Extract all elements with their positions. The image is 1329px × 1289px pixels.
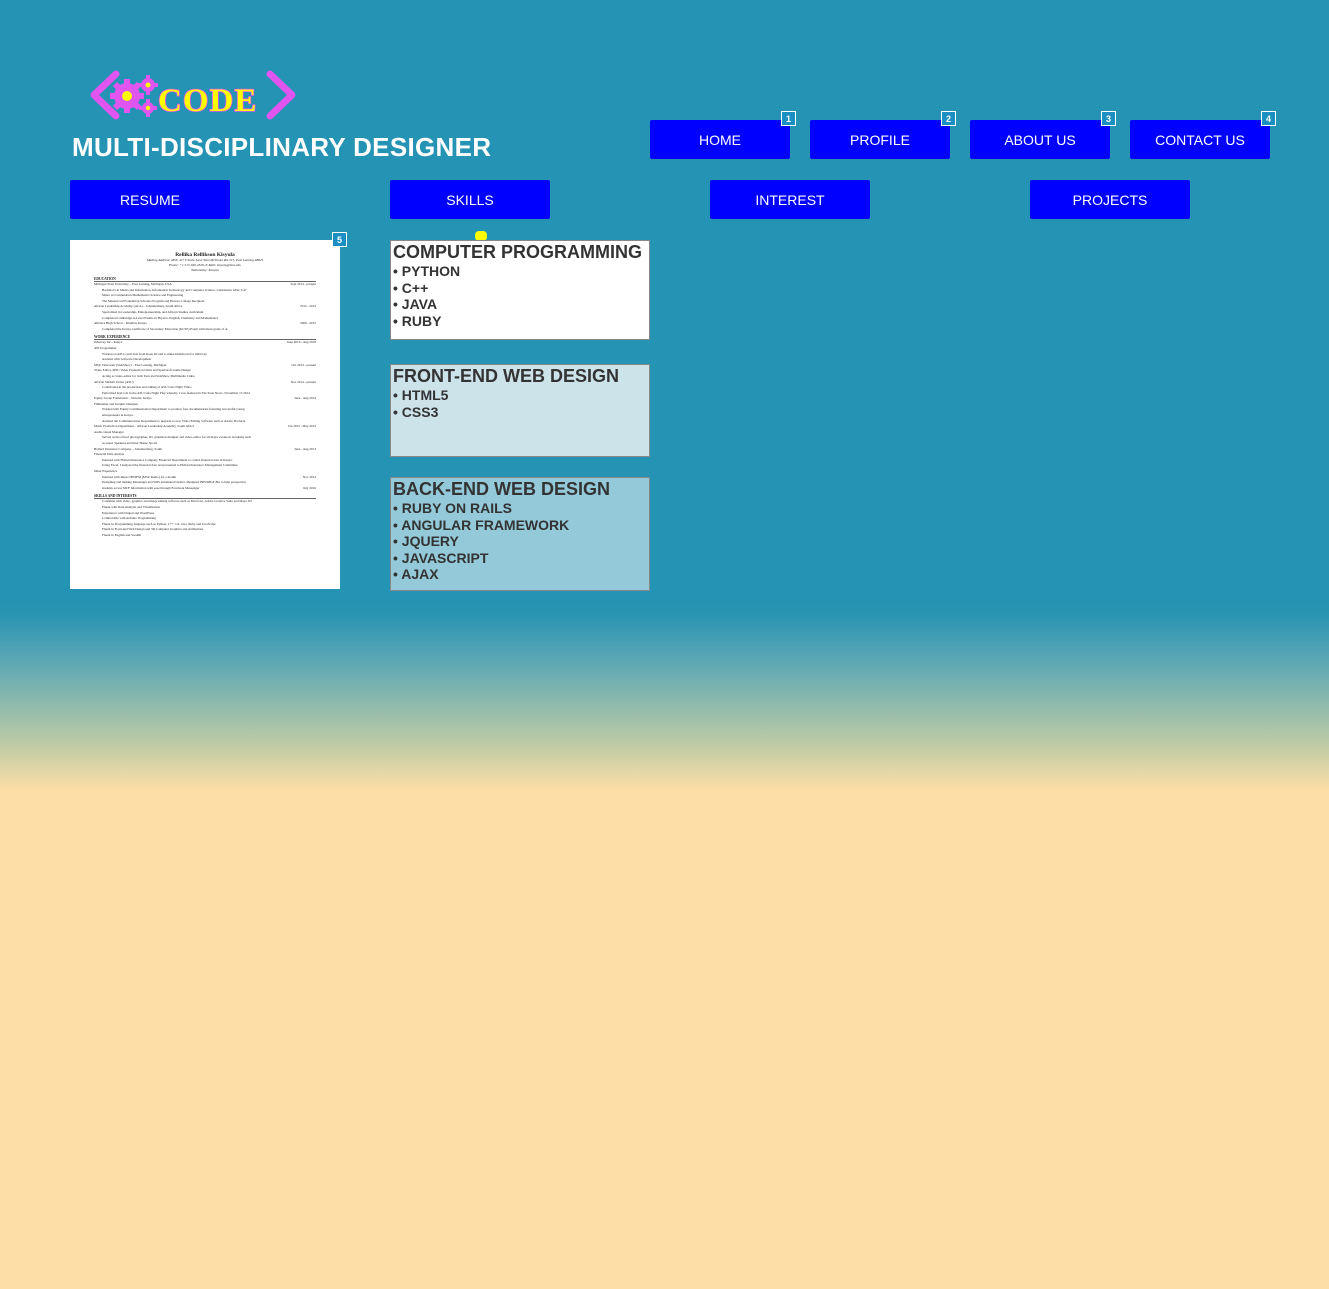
resume-skills-list: Confident with video, graphics and image… [94, 499, 316, 538]
skill-item: • PYTHON [393, 263, 461, 279]
tagline: MULTI-DISCIPLINARY DESIGNER [72, 132, 492, 162]
resume-line-date: Oct 2014 - present [291, 362, 316, 367]
nav-badge-2: 2 [941, 111, 956, 126]
resume-line-date: Nov 2014 [302, 474, 316, 479]
skill-item: • ANGULAR FRAMEWORK [393, 516, 570, 533]
resume-line-date: 2012 - 2014 [300, 304, 316, 309]
resume-line: Completed the Kenya Certificate of Secon… [94, 327, 316, 333]
resume-skill-line: Fluent in English and Swahili [102, 532, 142, 537]
skill-item: • RUBY ON RAILS [393, 500, 512, 516]
resume-line: students access MCF Information with eas… [94, 486, 316, 492]
skill-box-computer-programming: COMPUTER PROGRAMMING • PYTHON • C++ • JA… [390, 240, 650, 340]
nav-badge-3: 3 [1101, 111, 1116, 126]
resume-line-text: students access MCF Information with eas… [102, 485, 200, 490]
skill-title: COMPUTER PROGRAMMING [393, 242, 642, 262]
nav-badge-4: 4 [1261, 111, 1276, 126]
skill-item: • C++ [393, 279, 429, 296]
resume-contact: Mailing Address: MSU 417 S Shaw Lane Wes… [94, 258, 316, 273]
resume-line-date: Sept 2014 - present [290, 282, 316, 286]
nav-badge-1: 1 [781, 111, 796, 126]
skill-item: • HTML5 [393, 387, 449, 403]
skill-item: • JAVASCRIPT [393, 549, 489, 566]
projects-section-button[interactable]: PROJECTS [1030, 180, 1190, 219]
resume-line-date: July 2016 [303, 485, 316, 490]
skill-box-back-end: BACK-END WEB DESIGN • RUBY ON RAILS • AN… [390, 477, 650, 591]
resume-line-text: Using Excel, I analyzed the financial da… [102, 463, 239, 468]
resume-work-list: mSurvey Inc.- Kenya June 2016 - Aug 2016 A… [94, 340, 316, 491]
skill-box-front-end: FRONT-END WEB DESIGN • HTML5 • CSS3 [390, 364, 650, 457]
resume-section-button[interactable]: RESUME [70, 180, 230, 219]
skill-item: • JQUERY [393, 533, 459, 549]
nav-home-button[interactable]: HOME [650, 120, 790, 159]
interest-section-button[interactable]: INTEREST [710, 180, 870, 219]
resume-document[interactable]: Rellika Rellikson Kisyula Mailing Addres… [70, 240, 340, 589]
resume-line-date: June - Aug 2013 [294, 446, 316, 451]
skill-item: • RUBY [393, 312, 442, 329]
resume-line-date: June - Aug 2014 [294, 396, 316, 401]
nav-profile-button[interactable]: PROFILE [810, 120, 950, 159]
resume-education-list: Michigan State University – East Lansing… [94, 282, 316, 332]
logo-text: CODE [158, 83, 257, 119]
code-logo[interactable]: CODE [88, 68, 298, 124]
resume-contact-line: Nationality: Kenyan [191, 268, 219, 272]
resume-badge-5: 5 [332, 232, 347, 247]
resume-line-date: 2009 - 2012 [300, 321, 316, 326]
resume-line-text: Completed the Kenya Certificate of Secon… [102, 326, 229, 331]
skill-item: • CSS3 [393, 403, 439, 420]
resume-line-date: Nov 2014 - present [290, 379, 316, 384]
nav-contact-us-button[interactable]: CONTACT US [1130, 120, 1270, 159]
skills-section-button[interactable]: SKILLS [390, 180, 550, 219]
nav-about-us-button[interactable]: ABOUT US [970, 120, 1110, 159]
resume-line-date: June 2016 - Aug 2016 [286, 340, 316, 345]
resume-line-date: Jan 2013 - May 2014 [287, 424, 316, 429]
skill-item: • JAVA [393, 296, 438, 312]
skill-title: BACK-END WEB DESIGN [393, 479, 611, 499]
skill-title: FRONT-END WEB DESIGN [393, 366, 620, 386]
skill-item: • AJAX [393, 566, 439, 582]
